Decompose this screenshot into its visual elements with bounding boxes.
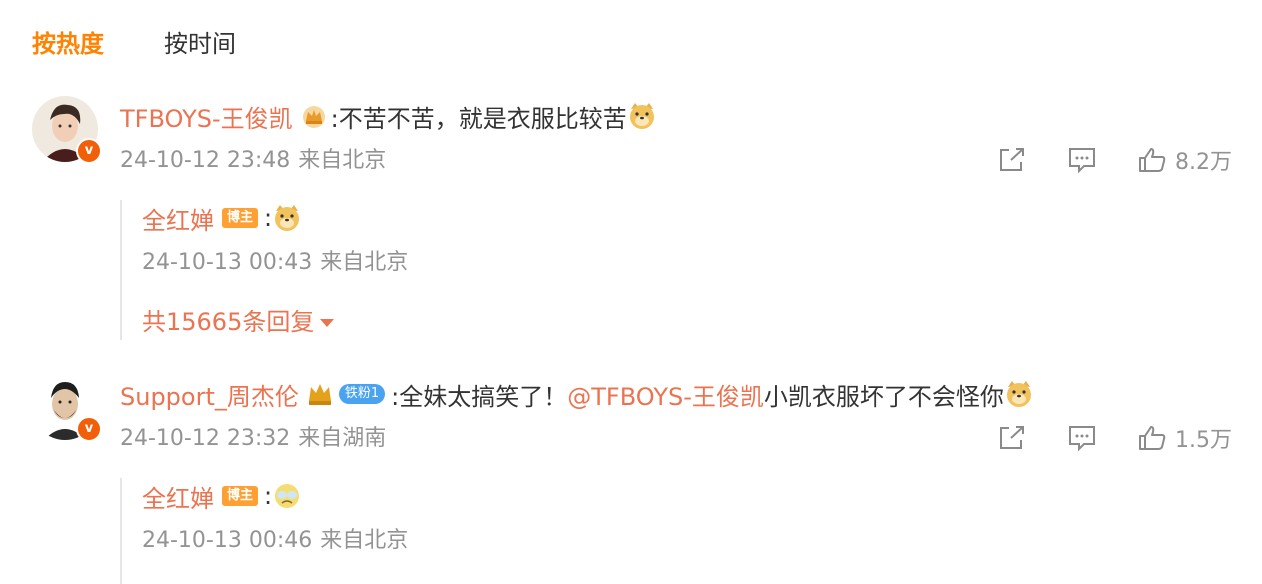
crown-icon [308,384,331,405]
reply-location: 来自北京 [320,250,409,275]
tab-hot[interactable]: 按热度 [32,26,104,62]
verified-badge-icon: v [76,416,102,442]
comment-icon [1069,148,1095,174]
share-icon [1000,148,1024,171]
like-count: 8.2万 [1175,150,1232,175]
like-count: 1.5万 [1175,428,1232,453]
reply-button[interactable] [1067,424,1097,452]
mention-link[interactable]: @TFBOYS-王俊凯 [567,377,764,412]
reply-thread: 全红婵 博主 : 24-10-13 00:43 来自北京 共15665条回复 [120,200,1222,340]
thumbs-up-icon [1139,148,1166,172]
fan-badge: 铁粉1 [338,384,386,404]
thumbs-up-icon [1139,426,1166,450]
crown-icon [302,106,325,128]
sort-tabs: 按热度 按时间 [32,26,236,62]
share-icon [1000,426,1024,449]
reply-date: 24-10-13 00:43 [142,250,313,275]
doge-emoji-icon [629,103,654,129]
like-button[interactable]: 8.2万 [1137,144,1232,176]
reply-location: 来自北京 [320,528,409,553]
share-button[interactable] [997,424,1027,452]
caret-down-icon [320,319,335,327]
reply-text: : [264,482,273,510]
comment-username[interactable]: TFBOYS-王俊凯 [120,99,293,134]
tab-time[interactable]: 按时间 [164,26,236,62]
comment-text: :不苦不苦，就是衣服比较苦 [330,104,627,133]
more-replies-label: 共15665条回复 [142,308,315,336]
reply-text: : [264,204,273,232]
more-replies-link[interactable]: 共15665条回复 [142,304,335,340]
reply-username[interactable]: 全红婵 [142,479,214,514]
doge-emoji-icon [1006,381,1031,407]
share-button[interactable] [997,146,1027,174]
comment-date: 24-10-12 23:48 [120,148,291,173]
reply-button[interactable] [1067,146,1097,174]
comment-text: :全妹太搞笑了！ [391,382,568,411]
comment-icon [1069,426,1095,452]
avatar[interactable]: v [32,96,102,164]
tearful-emoji-icon [275,484,300,508]
reply-thread: 全红婵 博主 : 24-10-13 00:46 来自北京 [120,478,1222,584]
host-badge: 博主 [222,486,259,506]
doge-emoji-icon [275,205,300,231]
comment-text-after: 小凯衣服坏了不会怪你 [763,382,1004,411]
reply-username[interactable]: 全红婵 [142,201,214,236]
comment-location: 来自北京 [298,148,387,173]
like-button[interactable]: 1.5万 [1137,422,1232,454]
comment-date: 24-10-12 23:32 [120,426,291,451]
comment-username[interactable]: Support_周杰伦 [120,377,299,412]
comment-location: 来自湖南 [298,426,387,451]
host-badge: 博主 [222,208,259,228]
reply-date: 24-10-13 00:46 [142,528,313,553]
avatar[interactable]: v [32,374,102,442]
verified-badge-icon: v [76,138,102,164]
